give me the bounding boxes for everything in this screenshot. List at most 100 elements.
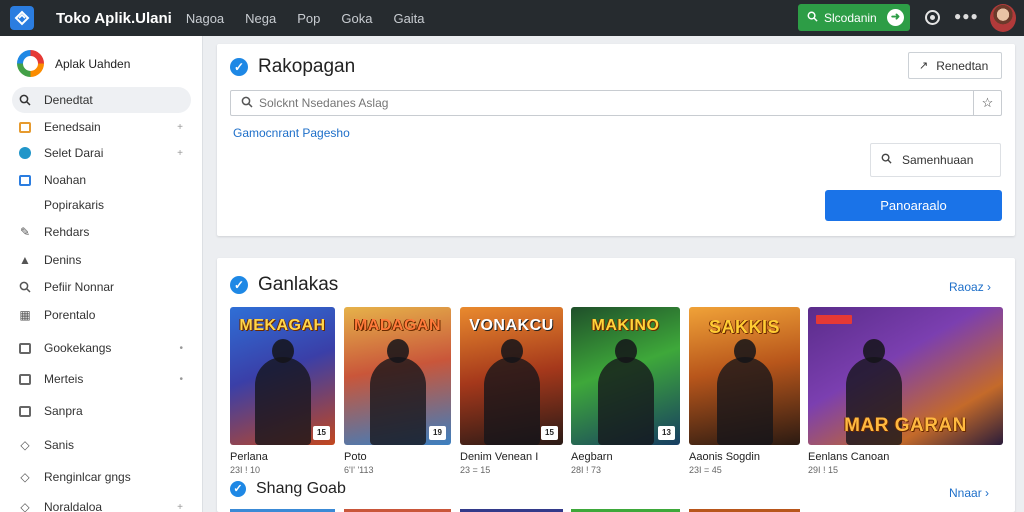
- game-thumbnail: MAR GARAN: [808, 307, 1003, 445]
- game-meta: 28I ! 73: [571, 465, 602, 475]
- window-icon: [18, 372, 32, 386]
- star-icon[interactable]: ☆: [973, 91, 1001, 115]
- sidebar-item-noraldaloa[interactable]: ◇ Noraldaloa +: [12, 494, 191, 512]
- sidebar-item-gookekangs[interactable]: Gookekangs •: [12, 335, 191, 361]
- sidebar-item-label: Noahan: [44, 173, 87, 187]
- go-icon: ➜: [887, 9, 904, 26]
- search-card-title: Rakopagan: [258, 56, 356, 77]
- sidebar-item-denedtat[interactable]: Denedtat: [12, 87, 191, 113]
- game-card[interactable]: MAR GARAN Eenlans Canoan 29I ! 15: [808, 307, 1003, 475]
- grid-icon: [18, 173, 32, 187]
- sidebar-item-porentalo[interactable]: ▦ Porentalo: [12, 302, 191, 328]
- expand-icon[interactable]: +: [177, 122, 183, 133]
- search-link[interactable]: Gamocnrant Pagesho: [233, 126, 350, 140]
- chat-icon: ◇: [20, 500, 30, 512]
- search-icon: [881, 153, 892, 167]
- top-nav: Nagoa Nega Pop Goka Gaita: [186, 11, 446, 26]
- sidebar-item-pefiir-nonnar[interactable]: Pefiir Nonnar: [12, 274, 191, 300]
- sidebar-item-label: Sanpra: [44, 404, 83, 418]
- sidebar-item-popirakaris[interactable]: Popirakaris: [12, 192, 191, 218]
- sidebar-item-selet-darai[interactable]: Selet Darai +: [12, 140, 191, 166]
- app-title: Toko Aplik.Ulani: [56, 9, 172, 27]
- game-name: Denim Venean I: [460, 451, 539, 463]
- top-nav-item[interactable]: Gaita: [393, 11, 424, 26]
- expand-icon[interactable]: +: [177, 148, 183, 159]
- expand-icon[interactable]: +: [177, 502, 183, 512]
- game-art-title: MEKAGAH: [239, 317, 326, 334]
- rating-badge: 19: [429, 426, 446, 440]
- second-section-title: Shang Goab: [256, 480, 346, 497]
- sidebar-item-label: Selet Darai: [44, 146, 104, 160]
- game-thumbnail: SAKKIS: [689, 307, 800, 445]
- sidebar-item-noahan[interactable]: Noahan: [12, 167, 191, 193]
- status-dot: •: [179, 373, 183, 385]
- games-card-title: Ganlakas: [258, 274, 339, 295]
- brand-label: Aplak Uahden: [55, 56, 131, 71]
- search-input[interactable]: [259, 96, 973, 110]
- sidebar-item-renginlcar-gngs[interactable]: ◇ Renginlcar gngs: [12, 464, 191, 490]
- rating-badge: 15: [313, 426, 330, 440]
- game-thumbnail: MADAGAN 19: [344, 307, 451, 445]
- top-search-label: Slcodanin: [824, 10, 877, 25]
- sidebar-item-label: Merteis: [44, 372, 84, 386]
- game-character: [369, 339, 426, 445]
- top-nav-item[interactable]: Nega: [245, 11, 276, 26]
- sidebar-item-sanpra[interactable]: Sanpra: [12, 398, 191, 424]
- check-icon: ✓: [230, 481, 246, 497]
- game-card[interactable]: MEKAGAH 15 Perlana 23I ! 10: [230, 307, 335, 475]
- secondary-search-button[interactable]: Samenhuaan: [870, 143, 1001, 177]
- header-action-button[interactable]: ↗ Renedtan: [908, 52, 1002, 79]
- search-bar: ☆: [230, 90, 1002, 116]
- game-thumbnail: VONAKCU 15: [460, 307, 563, 445]
- game-art-title: SAKKIS: [708, 317, 780, 337]
- sidebar-item-label: Rehdars: [44, 225, 90, 239]
- sidebar-item-denins[interactable]: ▲ Denins: [12, 247, 191, 273]
- game-card[interactable]: VONAKCU 15 Denim Venean I 23 = 15: [460, 307, 563, 475]
- game-character: [716, 339, 773, 445]
- check-icon: ✓: [230, 58, 248, 76]
- second-see-more-link[interactable]: Nnaar ›: [949, 486, 989, 500]
- status-dot: •: [179, 342, 183, 354]
- chat-icon: ◇: [20, 470, 30, 484]
- game-art-title: MAR GARAN: [844, 415, 967, 436]
- primary-search-button[interactable]: Panoaraalo: [825, 190, 1002, 221]
- rating-badge: 15: [541, 426, 558, 440]
- top-nav-item[interactable]: Nagoa: [186, 11, 224, 26]
- more-icon[interactable]: ●●●: [954, 9, 979, 23]
- rating-badge: 13: [658, 426, 675, 440]
- sidebar-item-label: Noraldaloa: [44, 500, 103, 512]
- game-art-title: VONAKCU: [469, 317, 554, 334]
- sidebar-item-rehdars[interactable]: ✎ Rehdars: [12, 219, 191, 245]
- sidebar-item-label: Popirakaris: [44, 198, 105, 212]
- bell-icon: ▲: [19, 253, 31, 267]
- settings-icon[interactable]: [925, 10, 940, 25]
- sidebar-item-label: Pefiir Nonnar: [44, 280, 115, 294]
- search-icon: [18, 93, 32, 107]
- sidebar-brand[interactable]: Aplak Uahden: [17, 50, 130, 77]
- see-more-link[interactable]: Raoaz ›: [949, 280, 991, 294]
- sidebar-item-sanis[interactable]: ◇ Sanis: [12, 432, 191, 458]
- game-card[interactable]: MADAGAN 19 Poto 6'I' '113: [344, 307, 451, 475]
- circle-icon: [18, 146, 32, 160]
- game-art-title: MADAGAN: [353, 317, 442, 334]
- avatar[interactable]: [990, 4, 1016, 32]
- secondary-button-label: Samenhuaan: [902, 153, 974, 167]
- game-card[interactable]: MAKINO 13 Aegbarn 28I ! 73: [571, 307, 680, 475]
- game-character: [254, 339, 311, 445]
- sidebar-item-merteis[interactable]: Merteis •: [12, 366, 191, 392]
- top-search-button[interactable]: Slcodanin ➜: [798, 4, 910, 31]
- promo-badge: [816, 315, 852, 324]
- sidebar-item-label: Porentalo: [44, 308, 96, 322]
- game-name: Perlana: [230, 451, 268, 463]
- wrench-icon: ✎: [19, 225, 31, 239]
- chat-icon: ◇: [20, 438, 30, 452]
- game-card[interactable]: SAKKIS Aaonis Sogdin 23I = 45: [689, 307, 800, 475]
- game-name: Aaonis Sogdin: [689, 451, 760, 463]
- sidebar-item-label: Eenedsain: [44, 120, 101, 134]
- share-icon: ↗: [919, 60, 929, 72]
- top-nav-item[interactable]: Goka: [341, 11, 372, 26]
- game-character: [483, 339, 540, 445]
- app-logo-icon[interactable]: [10, 6, 34, 30]
- top-nav-item[interactable]: Pop: [297, 11, 320, 26]
- sidebar-item-eenedsain[interactable]: Eenedsain +: [12, 114, 191, 140]
